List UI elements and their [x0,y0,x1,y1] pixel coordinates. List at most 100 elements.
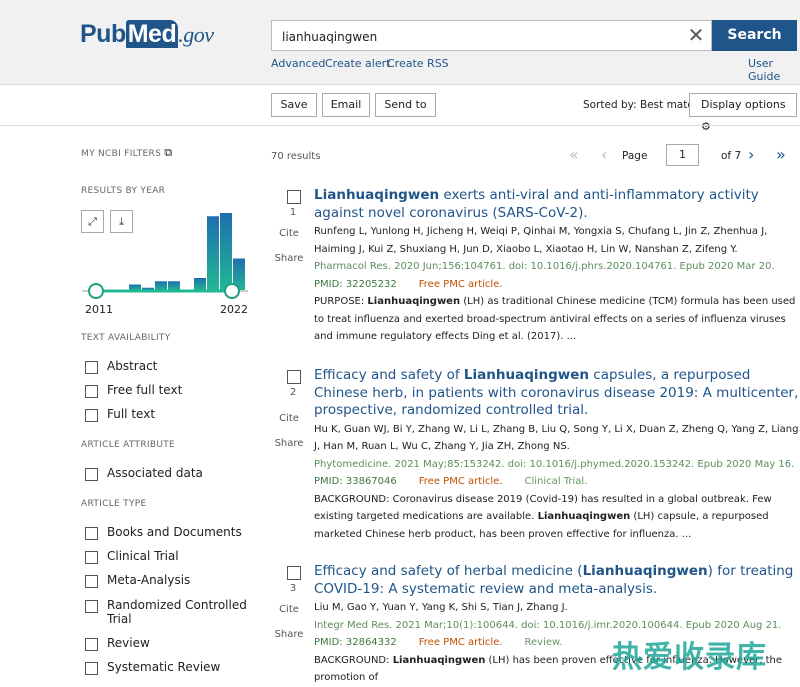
filter-randomized-controlled-trial-label[interactable]: Randomized Controlled Trial [107,598,247,626]
filter-review-checkbox[interactable] [85,638,98,651]
create-rss-link[interactable]: Create RSS [387,57,449,70]
free-pmc-badge: Free PMC article. [418,278,503,290]
result-title-link[interactable]: Efficacy and safety of herbal medicine (… [314,563,800,598]
search-result: 2 Cite Share Efficacy and safety of Lian… [271,367,800,543]
year-slider-end-handle[interactable] [224,283,240,299]
title-highlight: Lianhuaqingwen [314,187,440,203]
publication-type: Clinical Trial. [524,476,588,487]
logo-med: Med [125,20,179,48]
filter-free-full-text-label[interactable]: Free full text [107,383,247,397]
last-page-icon[interactable]: » [776,145,786,164]
title-highlight: Lianhuaqingwen [582,563,708,579]
result-snippet: BACKGROUND: Coronavirus disease 2019 (Co… [314,491,800,544]
result-citation: Pharmacol Res. 2020 Jun;156:104761. doi:… [314,261,775,272]
share-button[interactable]: Share [271,629,307,640]
result-snippet: PURPOSE: Lianhuaqingwen (LH) as traditio… [314,293,800,346]
filter-books-and-documents-checkbox[interactable] [85,527,98,540]
snippet-highlight: Lianhuaqingwen [392,654,486,666]
results-by-year-chart[interactable] [80,200,250,300]
year-bar-2021[interactable] [220,213,232,291]
save-button[interactable]: Save [271,93,317,117]
filter-full-text-label[interactable]: Full text [107,407,247,421]
logo-pub: Pub [80,20,126,48]
filter-systematic-review-checkbox[interactable] [85,662,98,675]
title-highlight: Lianhuaqingwen [463,367,590,383]
snippet-text: PURPOSE: [314,296,368,307]
filter-systematic-review-label[interactable]: Systematic Review [107,660,247,674]
results-count: 70 results [271,151,321,162]
result-checkbox[interactable] [287,566,301,580]
filter-clinical-trial-checkbox[interactable] [85,551,98,564]
result-number: 3 [289,583,297,594]
result-checkbox[interactable] [287,190,301,204]
filter-associated-data-label[interactable]: Associated data [107,466,247,480]
filter-meta-analysis-label[interactable]: Meta-Analysis [107,573,247,587]
result-authors: Liu M, Gao Y, Yuan Y, Yang K, Shi S, Tia… [314,602,568,613]
create-alert-link[interactable]: Create alert [325,57,390,70]
year-start-label: 2011 [85,303,113,316]
prev-page-icon[interactable]: ‹ [601,145,607,164]
result-title-link[interactable]: Efficacy and safety of Lianhuaqingwen ca… [314,367,800,420]
filter-randomized-controlled-trial-checkbox[interactable] [85,600,98,613]
snippet-text: BACKGROUND: [314,654,393,666]
first-page-icon[interactable]: « [569,145,579,164]
free-pmc-badge: Free PMC article. [418,476,503,487]
article-attribute-heading: ARTICLE ATTRIBUTE [81,440,176,450]
snippet-highlight: Lianhuaqingwen [367,296,461,307]
cite-button[interactable]: Cite [271,413,307,424]
year-end-label: 2022 [220,303,248,316]
pubmed-logo[interactable]: PubMed.gov [80,20,214,49]
advanced-link[interactable]: Advanced [271,57,325,70]
year-bar-2019[interactable] [194,278,206,291]
result-authors: Runfeng L, Yunlong H, Jicheng H, Weiqi P… [314,226,768,255]
free-pmc-badge: Free PMC article. [418,637,503,648]
result-pmid: PMID: 33867046 [314,476,397,487]
search-input[interactable]: lianhuaqingwen [271,20,712,51]
filter-abstract-checkbox[interactable] [85,361,98,374]
send-to-button[interactable]: Send to [375,93,436,117]
result-authors: Hu K, Guan WJ, Bi Y, Zhang W, Li L, Zhan… [314,423,799,453]
my-ncbi-filters[interactable]: MY NCBI FILTERS ⧉ [81,146,172,160]
page-label: Page [622,150,648,162]
filter-review-label[interactable]: Review [107,636,247,650]
results-by-year-heading: RESULTS BY YEAR [81,186,166,196]
divider [0,125,800,126]
title-text: Efficacy and safety of herbal medicine ( [314,563,583,579]
search-result: 1 Cite Share Lianhuaqingwen exerts anti-… [271,187,800,346]
result-checkbox[interactable] [287,370,301,384]
snippet-highlight: Lianhuaqingwen [537,511,631,522]
display-options-label: Display options [701,98,786,111]
clear-search-icon[interactable]: ✕ [680,20,712,51]
page-number-input[interactable]: 1 [666,144,699,166]
filter-full-text-checkbox[interactable] [85,409,98,422]
search-button[interactable]: Search [712,20,797,51]
cite-button[interactable]: Cite [271,604,307,615]
user-guide-link[interactable]: User Guide [748,57,800,83]
result-number: 2 [289,387,297,398]
filter-clinical-trial-label[interactable]: Clinical Trial [107,549,247,563]
result-citation: Phytomedicine. 2021 May;85:153242. doi: … [314,458,795,470]
filter-free-full-text-checkbox[interactable] [85,385,98,398]
cite-button[interactable]: Cite [271,228,307,239]
header: PubMed.gov lianhuaqingwen ✕ Search Advan… [0,0,800,85]
logo-gov: .gov [178,22,214,47]
next-page-icon[interactable]: › [748,145,754,164]
result-number: 1 [289,207,297,218]
share-button[interactable]: Share [271,438,307,449]
display-options-button[interactable]: Display options ⚙ [689,93,797,133]
year-slider-start-handle[interactable] [88,283,104,299]
share-button[interactable]: Share [271,253,307,264]
filter-associated-data-checkbox[interactable] [85,468,98,481]
filter-abstract-label[interactable]: Abstract [107,359,247,373]
gear-icon: ⚙ [701,120,711,133]
text-availability-heading: TEXT AVAILABILITY [81,333,171,343]
filter-meta-analysis-checkbox[interactable] [85,575,98,588]
sort-label[interactable]: Sorted by: Best match [583,99,700,111]
my-ncbi-filters-label: MY NCBI FILTERS [81,149,162,159]
watermark: 热爱收录库 [612,640,767,675]
title-text: Efficacy and safety of [314,367,464,383]
email-button[interactable]: Email [322,93,370,117]
year-bar-2020[interactable] [207,216,219,291]
result-title-link[interactable]: Lianhuaqingwen exerts anti-viral and ant… [314,187,800,222]
filter-books-and-documents-label[interactable]: Books and Documents [107,525,247,539]
